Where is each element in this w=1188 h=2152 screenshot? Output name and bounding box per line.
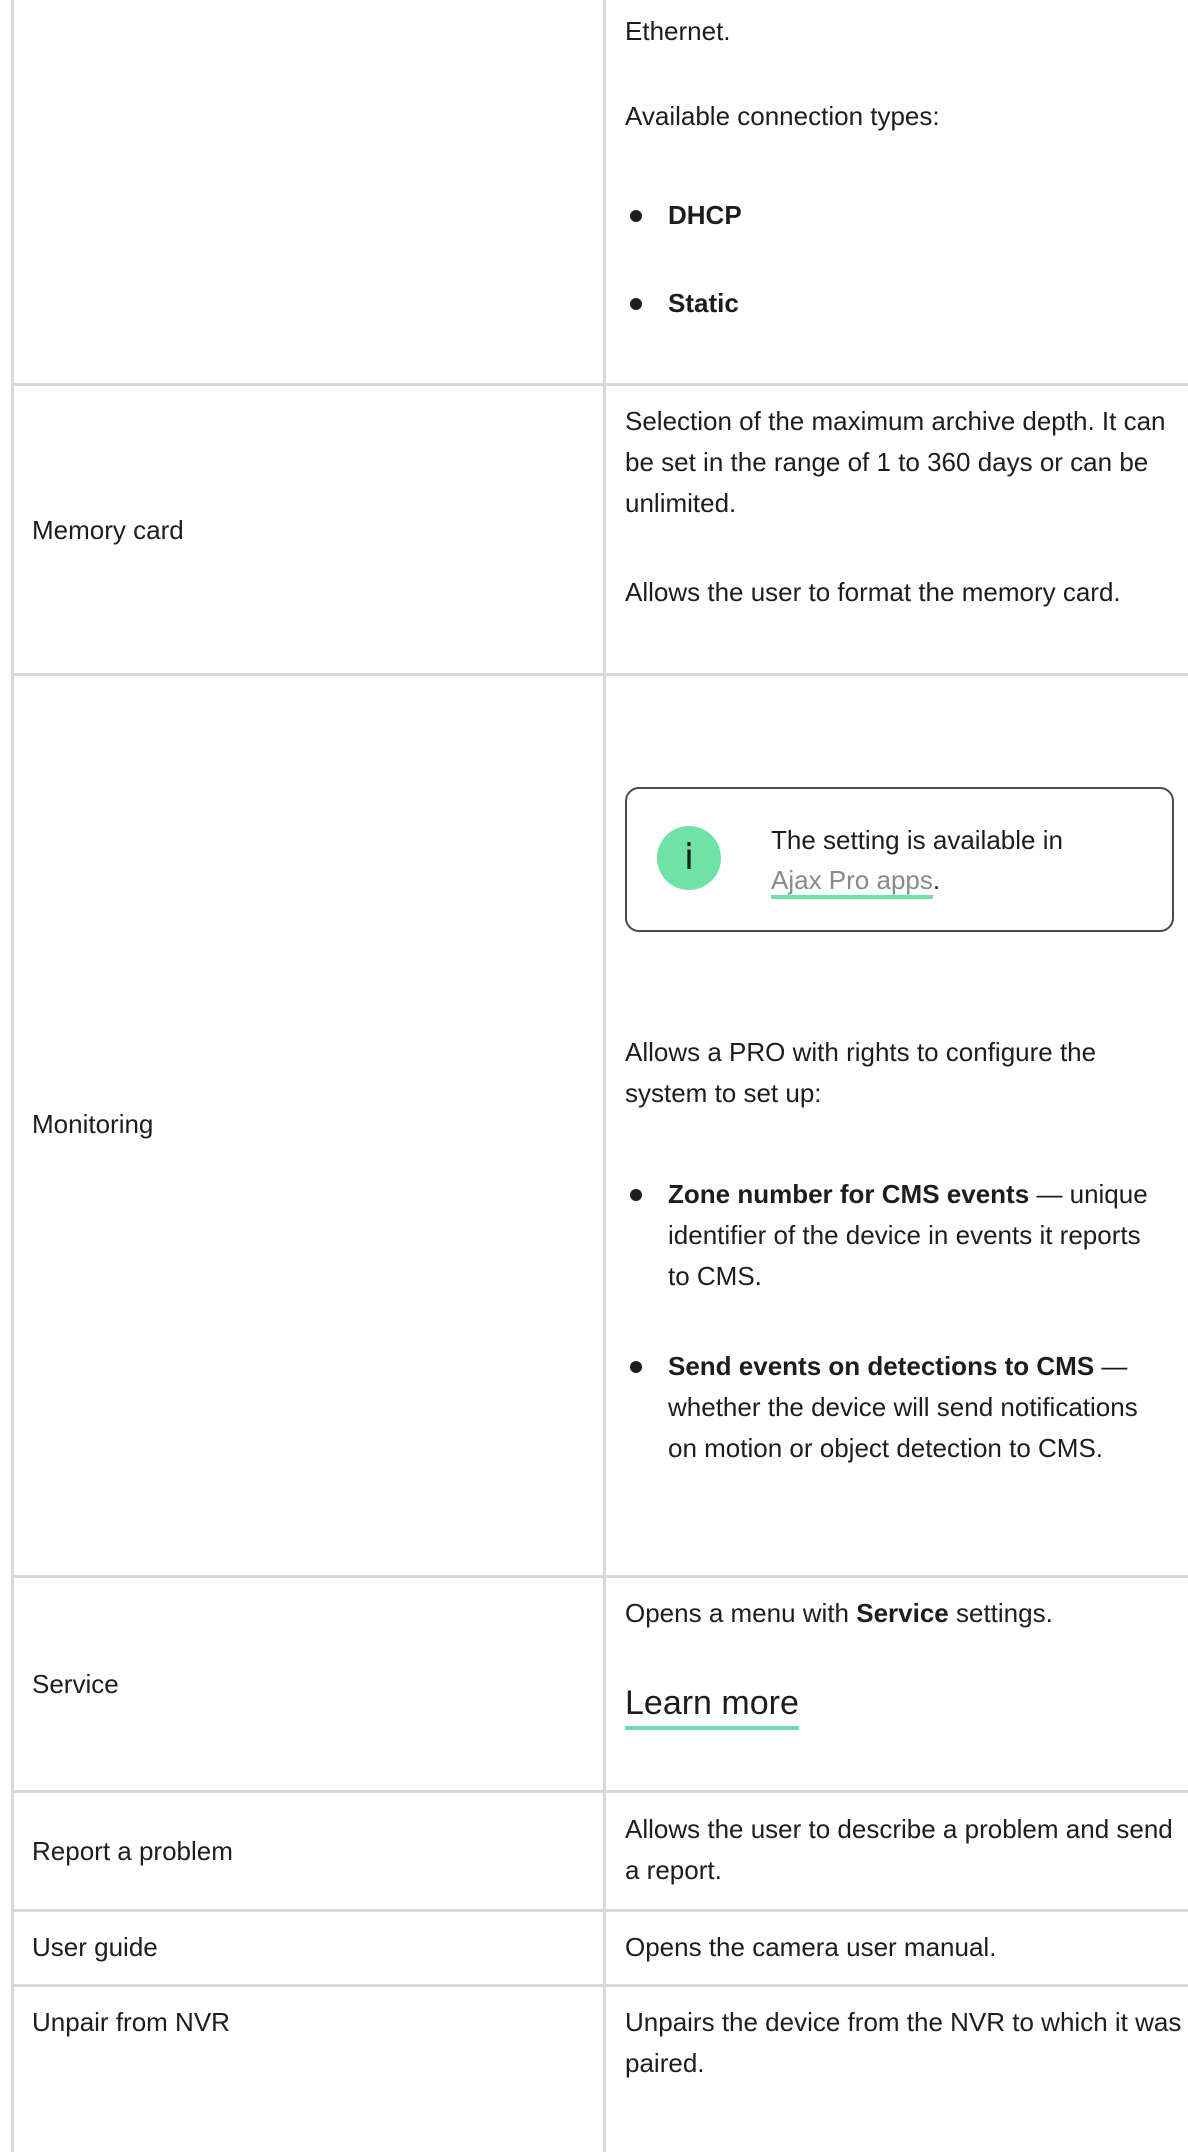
bullet-icon [630,1189,642,1201]
table-border-left [11,0,14,2152]
row-divider [11,1909,1188,1912]
connection-types-intro: Available connection types: [625,101,940,131]
monitoring-label: Monitoring [32,1109,154,1139]
user-guide-label: User guide [32,1932,158,1962]
connection-type-static: Static [668,288,739,318]
info-icon: i [657,826,721,890]
bullet-icon [630,298,642,310]
row-divider [11,1790,1188,1793]
report-problem-description: Allows the user to describe a problem an… [625,1814,1173,1885]
memory-card-format-text: Allows the user to format the memory car… [625,577,1121,607]
connection-type-dhcp: DHCP [668,200,742,230]
monitoring-item-zone-number: Zone number for CMS events — unique iden… [668,1179,1148,1291]
row-divider [11,1984,1188,1987]
info-callout-text: The setting is available in Ajax Pro app… [771,820,1151,900]
bullet-icon [630,210,642,222]
unpair-label: Unpair from NVR [32,2007,230,2037]
memory-card-label: Memory card [32,515,184,545]
service-label: Service [32,1669,119,1699]
service-description: Opens a menu with Service settings. [625,1598,1053,1628]
ethernet-continued-text: Ethernet. [625,16,731,46]
memory-card-description: Selection of the maximum archive depth. … [625,406,1166,518]
row-divider [11,673,1188,676]
learn-more-link[interactable]: Learn more [625,1680,799,1730]
row-divider [11,1575,1188,1578]
ajax-pro-apps-link[interactable]: Ajax Pro apps [771,865,933,899]
bullet-icon [630,1361,642,1373]
monitoring-item-send-events: Send events on detections to CMS — wheth… [668,1351,1138,1463]
table-column-divider [603,0,606,2152]
info-callout: i The setting is available in Ajax Pro a… [625,787,1174,932]
report-problem-label: Report a problem [32,1836,233,1866]
row-divider [11,383,1188,386]
user-guide-description: Opens the camera user manual. [625,1932,997,1962]
unpair-description: Unpairs the device from the NVR to which… [625,2007,1182,2078]
monitoring-intro: Allows a PRO with rights to configure th… [625,1037,1097,1108]
